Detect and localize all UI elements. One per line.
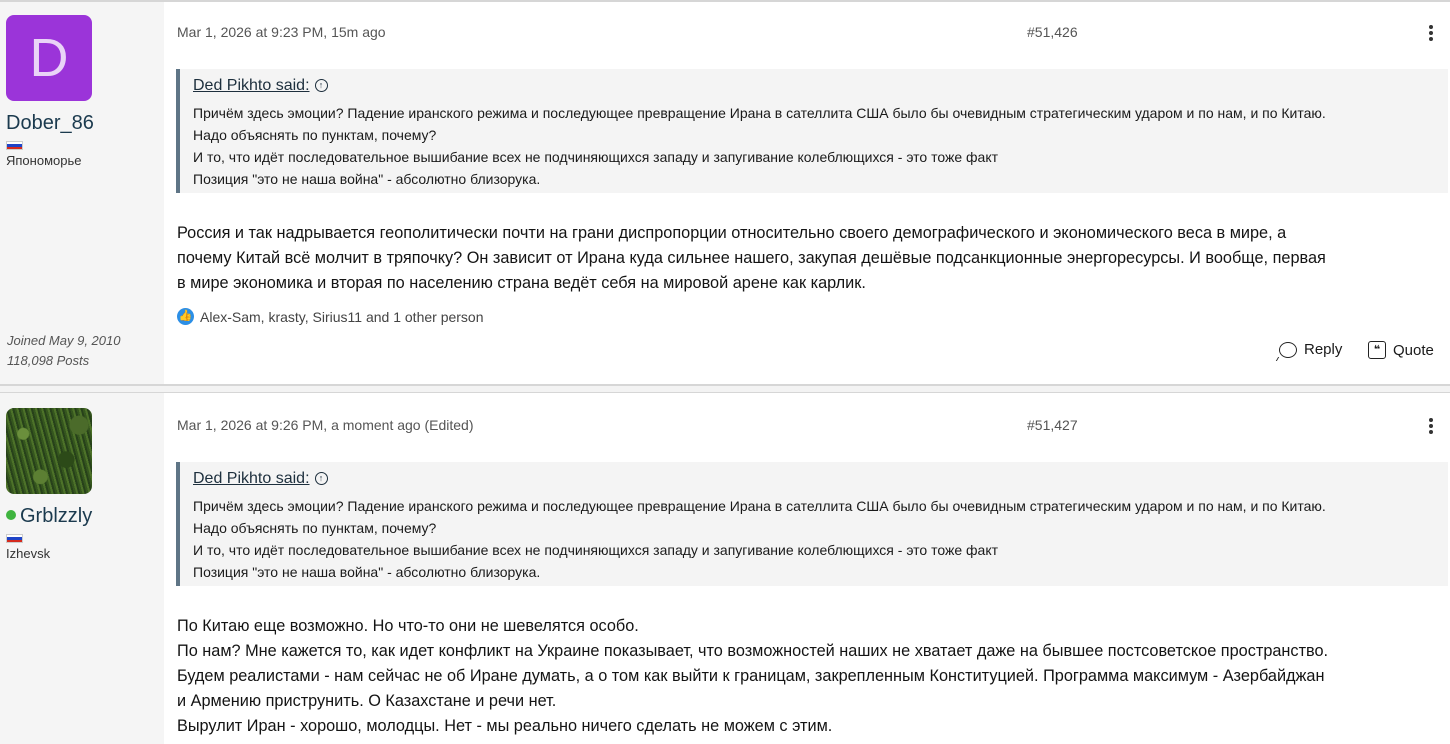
arrow-up-circle-icon[interactable]: ↑ <box>314 472 328 485</box>
online-status-icon <box>6 510 16 520</box>
quote-label: Quote <box>1393 341 1434 359</box>
reactions-bar[interactable]: 👍 Alex-Sam, krasty, Sirius11 and 1 other… <box>177 308 484 325</box>
quote-author-link[interactable]: Ded Pikhto said: ↑ <box>193 77 1448 95</box>
body-line: По нам? Мне кажется то, как идет конфлик… <box>177 642 1329 660</box>
body-line: Будем реалистами - нам сейчас не об Иран… <box>177 667 1325 685</box>
post-body: По Китаю еще возможно. Но что-то они не … <box>177 614 1445 739</box>
divider <box>0 0 1450 2</box>
post-date[interactable]: Mar 1, 2026 at 9:26 PM, a moment ago (Ed… <box>177 417 474 433</box>
quote-line: Надо объяснять по пунктам, почему? <box>193 127 437 143</box>
quote-icon: ❝ <box>1368 341 1386 359</box>
post: D Dober_86 Япономорье Joined May 9, 2010… <box>0 0 1450 384</box>
blockquote: Ded Pikhto said: ↑ Причём здесь эмоции? П… <box>176 462 1448 586</box>
body-line: почему Китай всё молчит в тряпочку? Он з… <box>177 249 1326 267</box>
quote-line: Причём здесь эмоции? Падение иранского р… <box>193 105 1326 121</box>
more-options-icon[interactable] <box>1429 418 1433 436</box>
quote-line: Позиция "это не наша война" - абсолютно … <box>193 171 541 187</box>
quote-button[interactable]: ❝ Quote <box>1368 341 1434 359</box>
more-options-icon[interactable] <box>1429 25 1433 43</box>
reply-label: Reply <box>1304 341 1343 358</box>
body-line: в мире экономика и вторая по населению с… <box>177 274 866 292</box>
quote-line: И то, что идёт последовательное вышибани… <box>193 149 999 165</box>
quote-line: И то, что идёт последовательное вышибани… <box>193 542 999 558</box>
reactions-list[interactable]: Alex-Sam, krasty, Sirius11 and 1 other p… <box>200 309 484 325</box>
avatar[interactable]: D <box>6 15 92 101</box>
body-line: Россия и так надрывается геополитически … <box>177 224 1287 242</box>
body-line: По Китаю еще возможно. Но что-то они не … <box>177 617 639 635</box>
body-line: Вырулит Иран - хорошо, молодцы. Нет - мы… <box>177 717 833 735</box>
user-info-panel: Grblzzly Izhevsk <box>0 393 164 744</box>
user-location: Izhevsk <box>6 546 51 561</box>
joined-date: Joined May 9, 2010 <box>7 333 121 348</box>
post-date[interactable]: Mar 1, 2026 at 9:23 PM, 15m ago <box>177 24 386 40</box>
reply-button[interactable]: Reply <box>1279 341 1342 358</box>
user-location: Япономорье <box>6 153 82 168</box>
post: Grblzzly Izhevsk Mar 1, 2026 at 9:26 PM,… <box>0 393 1450 744</box>
post-separator <box>0 384 1450 393</box>
avatar[interactable] <box>6 408 92 494</box>
post-number[interactable]: #51,427 <box>1027 417 1078 433</box>
username[interactable]: Grblzzly <box>6 505 92 528</box>
body-line: и Армению приструнить. О Казахстане и ре… <box>177 692 557 710</box>
reply-icon <box>1279 341 1297 358</box>
quote-line: Надо объяснять по пунктам, почему? <box>193 520 437 536</box>
post-body: Россия и так надрывается геополитически … <box>177 221 1445 296</box>
posts-count: 118,098 Posts <box>7 353 90 368</box>
quote-author-link[interactable]: Ded Pikhto said: ↑ <box>193 470 1448 488</box>
russia-flag-icon <box>6 141 23 150</box>
quote-line: Причём здесь эмоции? Падение иранского р… <box>193 498 1326 514</box>
post-number[interactable]: #51,426 <box>1027 24 1078 40</box>
username[interactable]: Dober_86 <box>6 112 94 135</box>
blockquote: Ded Pikhto said: ↑ Причём здесь эмоции? П… <box>176 69 1448 193</box>
russia-flag-icon <box>6 534 23 543</box>
arrow-up-circle-icon[interactable]: ↑ <box>314 79 328 92</box>
like-icon: 👍 <box>177 308 194 325</box>
quote-line: Позиция "это не наша война" - абсолютно … <box>193 564 541 580</box>
user-info-panel: D Dober_86 Япономорье Joined May 9, 2010… <box>0 2 164 384</box>
